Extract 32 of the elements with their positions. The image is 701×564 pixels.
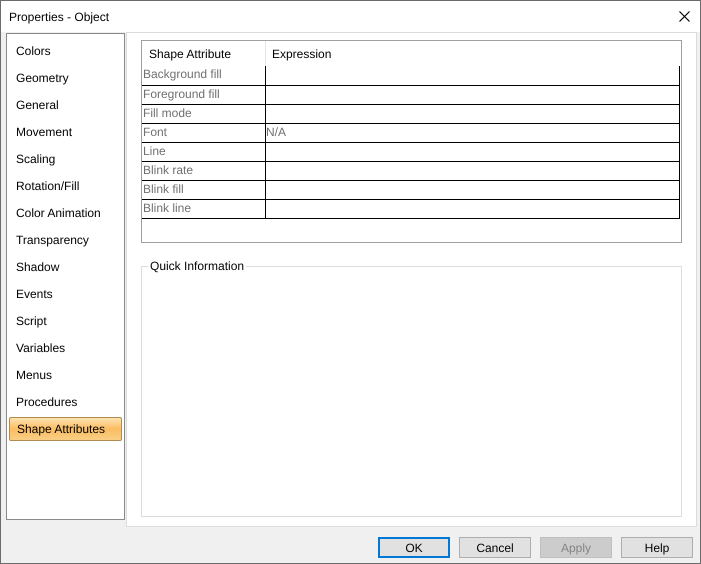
sidebar-item[interactable]: Events — [8, 280, 123, 307]
table-cell: Blink rate — [142, 162, 266, 180]
sidebar-item[interactable]: Colors — [8, 37, 123, 64]
dialog-button[interactable]: Cancel — [459, 537, 531, 558]
dialog-button[interactable]: OK — [378, 537, 450, 558]
table-cell: Line — [142, 143, 266, 161]
group-title: Quick Information — [148, 259, 246, 273]
sidebar-item[interactable]: Shadow — [8, 253, 123, 280]
table-cell: N/A — [266, 124, 680, 142]
sidebar-item[interactable]: Rotation/Fill — [8, 172, 123, 199]
sidebar-item[interactable]: Transparency — [8, 226, 123, 253]
sidebar-item[interactable]: General — [8, 91, 123, 118]
window-title: Properties - Object — [9, 8, 110, 26]
table-cell: Background fill — [142, 66, 266, 85]
sidebar-item[interactable]: Shape Attributes — [9, 417, 122, 441]
dialog-button[interactable]: Help — [621, 537, 693, 558]
table-cell: Fill mode — [142, 105, 266, 123]
sidebar-item[interactable]: Geometry — [8, 64, 123, 91]
sidebar-item[interactable]: Script — [8, 307, 123, 334]
sidebar-item[interactable]: Color Animation — [8, 199, 123, 226]
sidebar-item[interactable]: Procedures — [8, 388, 123, 415]
sidebar-item[interactable]: Movement — [8, 118, 123, 145]
column-header[interactable]: Shape Attribute — [142, 41, 266, 66]
sidebar-item[interactable]: Variables — [8, 334, 123, 361]
table-cell: Foreground fill — [142, 86, 266, 104]
close-icon[interactable] — [679, 11, 690, 22]
table-cell: Blink line — [142, 200, 266, 218]
sidebar-item[interactable]: Scaling — [8, 145, 123, 172]
table-cell: Blink fill — [142, 181, 266, 199]
table-cell: Font — [142, 124, 266, 142]
sidebar-item[interactable]: Menus — [8, 361, 123, 388]
column-header[interactable]: Expression — [266, 41, 681, 66]
